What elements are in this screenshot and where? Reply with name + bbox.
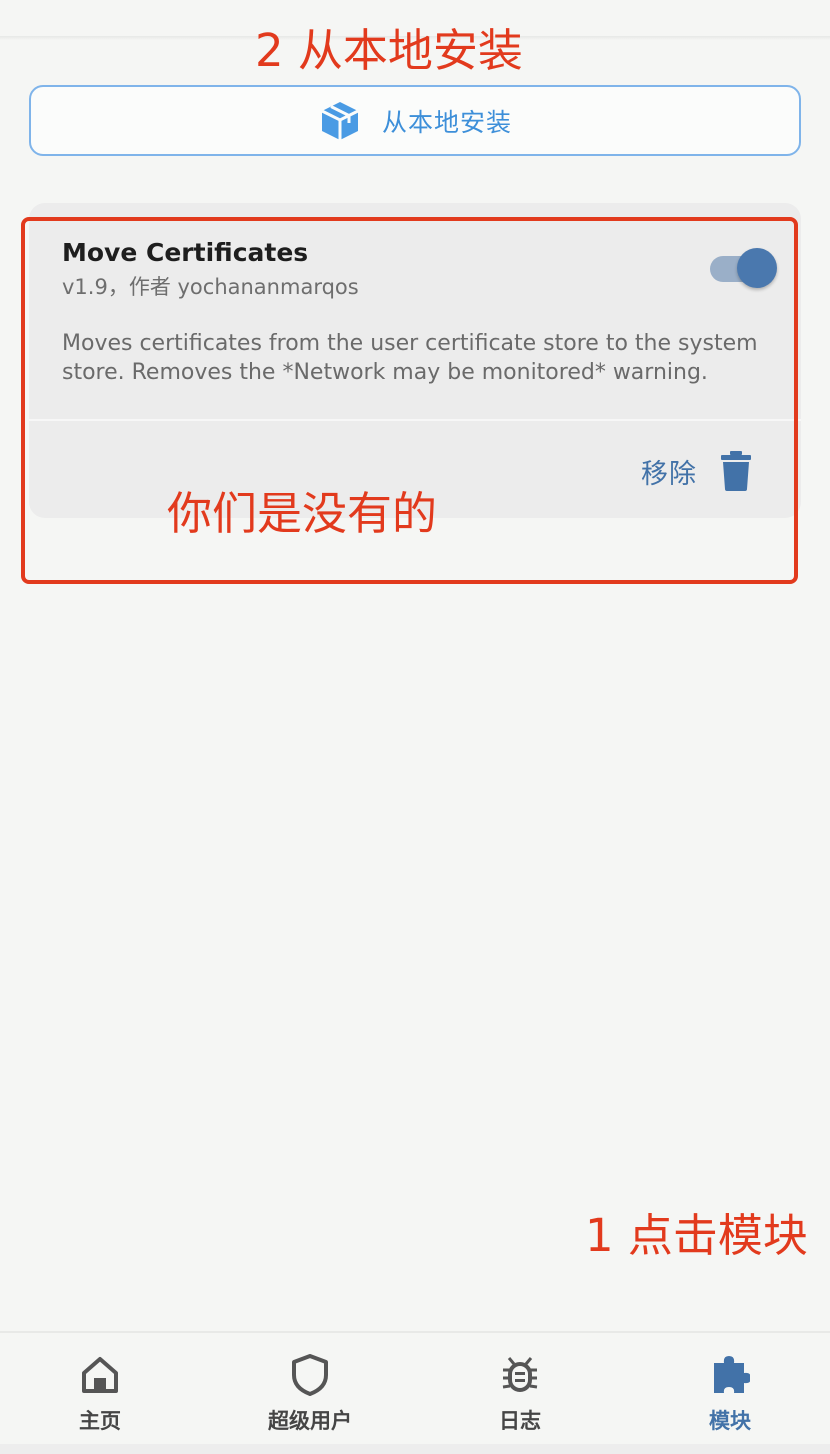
nav-item-superuser[interactable]: 超级用户 [210, 1333, 410, 1443]
nav-item-logs[interactable]: 日志 [420, 1333, 620, 1443]
nav-item-home[interactable]: 主页 [0, 1333, 200, 1443]
package-box-icon [321, 101, 359, 140]
puzzle-icon [714, 1356, 750, 1393]
system-bar [0, 1444, 830, 1454]
nav-label-home: 主页 [79, 1409, 121, 1433]
annotation-step2: 2 从本地安装 [255, 24, 523, 77]
annotation-step1: 1 点击模块 [585, 1209, 808, 1262]
annotation-note: 你们是没有的 [167, 487, 438, 540]
nav-item-modules[interactable]: 模块 [630, 1333, 830, 1443]
shield-icon [292, 1354, 328, 1396]
nav-label-modules: 模块 [709, 1409, 751, 1433]
bug-icon [502, 1357, 538, 1392]
nav-label-superuser: 超级用户 [268, 1409, 352, 1433]
nav-label-logs: 日志 [499, 1409, 541, 1433]
install-from-local-button[interactable]: 从本地安装 [29, 85, 801, 156]
home-icon [82, 1357, 118, 1393]
install-from-local-label: 从本地安装 [381, 107, 512, 137]
bottom-navigation: 主页 超级用户 日志 模块 [0, 1331, 830, 1454]
